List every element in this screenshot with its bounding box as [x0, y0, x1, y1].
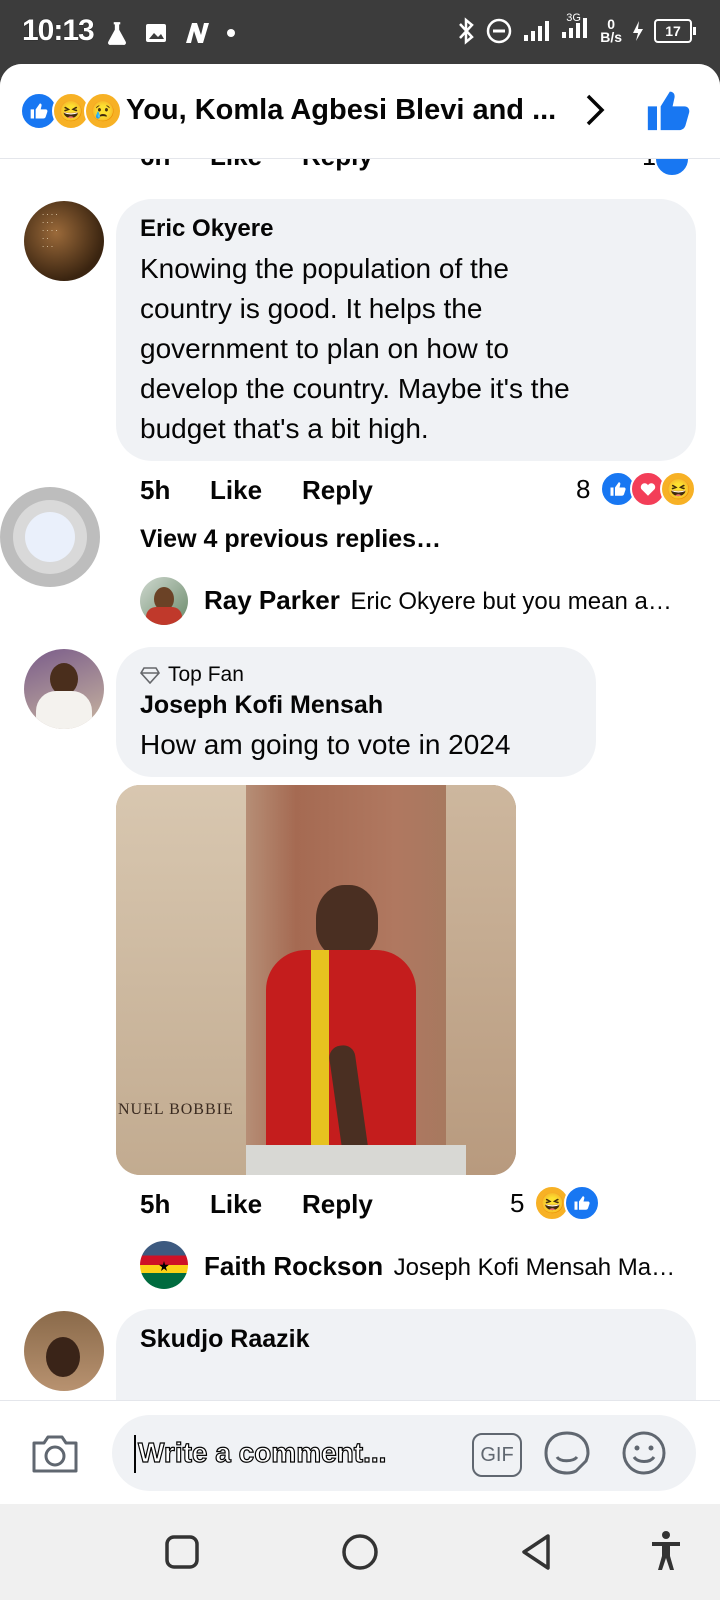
- comment-author[interactable]: Eric Okyere: [140, 215, 273, 243]
- image-watermark: NUEL BOBBIE: [118, 1101, 234, 1118]
- avatar[interactable]: [24, 649, 104, 729]
- reactions-header[interactable]: 😆 😢 You, Komla Agbesi Blevi and ...: [0, 64, 720, 159]
- haha-reaction-icon: 😆: [660, 471, 697, 507]
- accessibility-icon[interactable]: [650, 1530, 682, 1577]
- comment-text: How am going to vote in 2024: [140, 729, 511, 760]
- reaction-summary[interactable]: 5 😆: [510, 1185, 601, 1221]
- floating-chat-head[interactable]: [0, 487, 100, 587]
- like-button[interactable]: Like: [210, 475, 262, 506]
- reaction-count: 5: [510, 1187, 525, 1218]
- net-speed-unit: B/s: [600, 28, 622, 45]
- back-button[interactable]: [518, 1532, 554, 1577]
- avatar[interactable]: · · · · · · · · · · · · · · · ·: [24, 201, 104, 281]
- like-reaction-icon: [654, 159, 690, 177]
- comment-author[interactable]: Skudjo Raazik: [140, 1325, 310, 1354]
- emoji-icon[interactable]: [620, 1429, 668, 1482]
- comment-time: 6h: [140, 159, 170, 172]
- gif-label: GIF: [480, 1443, 514, 1466]
- reply-preview[interactable]: Faith Rockson Joseph Kofi Mensah Ma…: [204, 1251, 675, 1282]
- camera-icon[interactable]: [30, 1431, 80, 1480]
- comment-composer: Write a comment... GIF: [0, 1400, 720, 1504]
- reply-snippet: Eric Okyere but you mean a…: [350, 588, 672, 615]
- status-time: 10:13: [22, 14, 95, 47]
- signal-icon: [524, 20, 550, 41]
- dot-icon: [227, 29, 235, 37]
- avatar[interactable]: [140, 1241, 188, 1289]
- status-bar: 10:13 3G 0 B/s 17: [0, 0, 720, 64]
- reply-button[interactable]: Reply: [302, 159, 373, 172]
- top-fan-badge: Top Fan: [140, 663, 244, 687]
- comment-line: budget that's a bit high.: [140, 413, 429, 444]
- reply-snippet: Joseph Kofi Mensah Ma…: [393, 1254, 676, 1281]
- like-button[interactable]: Like: [210, 1189, 262, 1220]
- diamond-icon: [140, 667, 160, 684]
- flask-icon: [108, 22, 126, 45]
- recents-button[interactable]: [164, 1534, 200, 1575]
- battery-level: 17: [665, 22, 681, 39]
- comment-author[interactable]: Joseph Kofi Mensah: [140, 691, 383, 720]
- comment-input-placeholder: Write a comment...: [137, 1436, 387, 1468]
- view-previous-replies[interactable]: View 4 previous replies…: [140, 525, 441, 554]
- comment-bubble[interactable]: Top Fan Joseph Kofi Mensah How am going …: [116, 647, 596, 777]
- chevron-right-icon[interactable]: [582, 90, 608, 140]
- home-button[interactable]: [340, 1532, 380, 1577]
- gallery-icon: [146, 24, 166, 42]
- sticker-icon[interactable]: [542, 1429, 592, 1482]
- battery-icon: 17: [654, 18, 696, 43]
- comment-text: Knowing the population of the country is…: [140, 249, 680, 449]
- comment-time: 5h: [140, 1189, 171, 1219]
- bluetooth-icon: [459, 16, 475, 45]
- reaction-icons: 😆 😢: [20, 92, 122, 130]
- comments-sheet: 😆 😢 You, Komla Agbesi Blevi and ... 6h L…: [0, 64, 720, 1504]
- reply-button[interactable]: Reply: [302, 1189, 373, 1220]
- reply-button[interactable]: Reply: [302, 475, 373, 506]
- avatar[interactable]: [140, 577, 188, 625]
- reply-author[interactable]: Ray Parker: [204, 585, 340, 615]
- avatar[interactable]: [24, 1311, 104, 1391]
- network-type: 3G: [566, 12, 581, 24]
- comment-list[interactable]: 6h Like Reply 1 · · · ·· · ·· · · ·· ·· …: [0, 159, 720, 1465]
- comment-line: Knowing the population of the: [140, 253, 509, 284]
- system-nav-bar: [0, 1504, 720, 1600]
- reply-author[interactable]: Faith Rockson: [204, 1251, 383, 1281]
- comment-line: government to plan on how to: [140, 333, 509, 364]
- comment-bubble[interactable]: Eric Okyere Knowing the population of th…: [116, 199, 696, 461]
- charging-icon: [633, 20, 643, 41]
- like-post-icon[interactable]: [646, 88, 690, 137]
- sad-reaction-icon: 😢: [84, 92, 122, 130]
- dnd-icon: [486, 18, 512, 43]
- gif-button[interactable]: GIF: [472, 1433, 522, 1477]
- top-fan-label: Top Fan: [168, 663, 244, 686]
- comment-input[interactable]: Write a comment... GIF: [112, 1415, 696, 1491]
- reactors-title[interactable]: You, Komla Agbesi Blevi and ...: [126, 94, 556, 127]
- reply-preview[interactable]: Ray Parker Eric Okyere but you mean a…: [204, 585, 672, 616]
- reaction-count: 8: [576, 473, 591, 504]
- comment-line: country is good. It helps the: [140, 293, 483, 324]
- like-button[interactable]: Like: [210, 159, 262, 172]
- reaction-summary[interactable]: 8 😆: [576, 471, 697, 507]
- comment-image[interactable]: NUEL BOBBIE: [116, 785, 516, 1175]
- comment-time: 5h: [140, 475, 171, 505]
- n-app-icon: [186, 23, 209, 43]
- like-reaction-icon: [564, 1185, 601, 1221]
- comment-line: develop the country. Maybe it's the: [140, 373, 570, 404]
